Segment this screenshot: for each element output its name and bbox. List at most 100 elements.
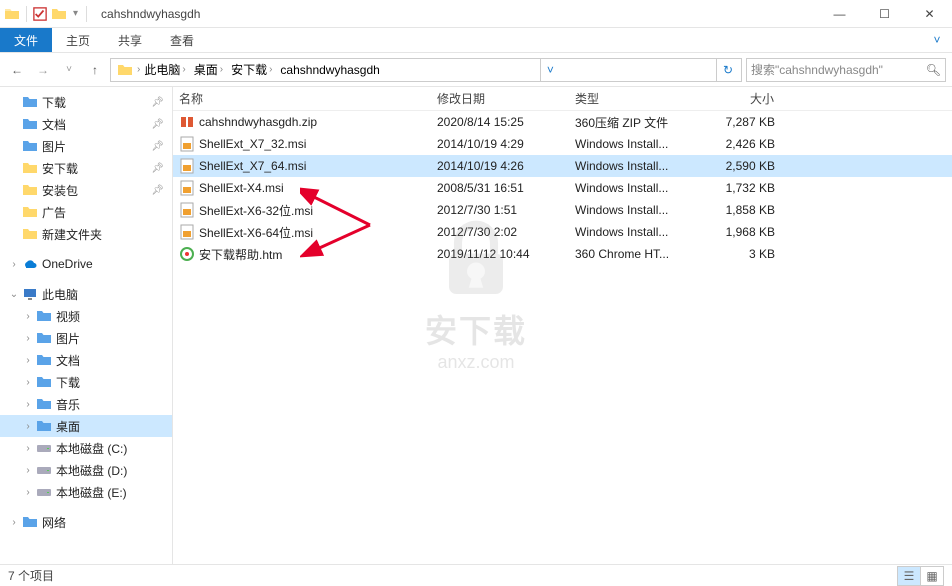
location-folder-icon	[117, 62, 133, 78]
sidebar-item-新建文件夹[interactable]: 新建文件夹	[0, 223, 172, 245]
sidebar-item-文档[interactable]: ›文档	[0, 349, 172, 371]
ribbon: 文件 主页 共享 查看 ˅	[0, 28, 952, 53]
file-type: Windows Install...	[569, 225, 691, 239]
search-icon[interactable]: 🔍︎	[926, 63, 941, 77]
sidebar-item-广告[interactable]: 广告	[0, 201, 172, 223]
view-details-button[interactable]: ☰	[897, 566, 921, 586]
navbar: ← → ˅ ↑ › 此电脑› 桌面› 安下载› cahshndwyhasgdh …	[0, 53, 952, 87]
sidebar-item-音乐[interactable]: ›音乐	[0, 393, 172, 415]
content-area: 名称 修改日期 类型 大小 cahshndwyhasgdh.zip 2020/8…	[173, 87, 952, 564]
file-size: 2,426 KB	[691, 137, 781, 151]
file-date: 2014/10/19 4:26	[431, 159, 569, 173]
search-input[interactable]: 搜索"cahshndwyhasgdh" 🔍︎	[746, 58, 946, 82]
tab-view[interactable]: 查看	[156, 28, 208, 52]
statusbar: 7 个项目 ☰ ▦	[0, 564, 952, 586]
table-row[interactable]: 安下载帮助.htm 2019/11/12 10:44 360 Chrome HT…	[173, 243, 952, 265]
file-name: ShellExt-X6-64位.msi	[199, 224, 313, 241]
file-list: cahshndwyhasgdh.zip 2020/8/14 15:25 360压…	[173, 111, 952, 564]
breadcrumb[interactable]: › 此电脑› 桌面› 安下载› cahshndwyhasgdh ˅ ↻	[110, 58, 742, 82]
header-date[interactable]: 修改日期	[431, 87, 569, 110]
sidebar-onedrive[interactable]: ›OneDrive	[0, 253, 172, 275]
crumb-anxz[interactable]: 安下载›	[227, 59, 276, 81]
win-folder-icon[interactable]	[51, 6, 67, 22]
header-size[interactable]: 大小	[691, 87, 781, 110]
titlebar: ▾ cahshndwyhasgdh — ☐ ✕	[0, 0, 952, 28]
tab-share[interactable]: 共享	[104, 28, 156, 52]
file-size: 1,858 KB	[691, 203, 781, 217]
file-type: 360 Chrome HT...	[569, 247, 691, 261]
file-type: Windows Install...	[569, 137, 691, 151]
pin-icon: 📌︎	[151, 119, 164, 130]
file-date: 2012/7/30 1:51	[431, 203, 569, 217]
table-row[interactable]: ShellExt-X6-32位.msi 2012/7/30 1:51 Windo…	[173, 199, 952, 221]
ribbon-expand-button[interactable]: ˅	[922, 28, 952, 52]
sidebar: 下载📌︎文档📌︎图片📌︎安下载📌︎安装包📌︎广告新建文件夹 ›OneDrive ⌄此…	[0, 87, 173, 564]
nav-forward-button[interactable]: →	[32, 59, 54, 81]
file-date: 2020/8/14 15:25	[431, 115, 569, 129]
pin-icon: 📌︎	[151, 185, 164, 196]
sidebar-item-本地磁盘 (D:)[interactable]: ›本地磁盘 (D:)	[0, 459, 172, 481]
sidebar-network[interactable]: ›网络	[0, 511, 172, 533]
qat-overflow[interactable]: ▾	[71, 8, 80, 19]
file-name: ShellExt_X7_64.msi	[199, 159, 306, 173]
status-count: 7 个项目	[8, 567, 54, 584]
file-size: 1,732 KB	[691, 181, 781, 195]
close-button[interactable]: ✕	[907, 0, 952, 28]
sidebar-this-pc[interactable]: ⌄此电脑	[0, 283, 172, 305]
sidebar-item-下载[interactable]: 下载📌︎	[0, 91, 172, 113]
table-row[interactable]: ShellExt-X4.msi 2008/5/31 16:51 Windows …	[173, 177, 952, 199]
table-row[interactable]: ShellExt_X7_32.msi 2014/10/19 4:29 Windo…	[173, 133, 952, 155]
search-placeholder: 搜索"cahshndwyhasgdh"	[751, 61, 883, 78]
header-type[interactable]: 类型	[569, 87, 691, 110]
file-type: Windows Install...	[569, 203, 691, 217]
sidebar-item-视频[interactable]: ›视频	[0, 305, 172, 327]
file-size: 7,287 KB	[691, 115, 781, 129]
tab-file[interactable]: 文件	[0, 28, 52, 52]
sidebar-item-本地磁盘 (C:)[interactable]: ›本地磁盘 (C:)	[0, 437, 172, 459]
history-dropdown[interactable]: ˅	[540, 59, 560, 81]
file-name: ShellExt-X6-32位.msi	[199, 202, 313, 219]
sidebar-item-图片[interactable]: ›图片	[0, 327, 172, 349]
sidebar-item-图片[interactable]: 图片📌︎	[0, 135, 172, 157]
sidebar-item-文档[interactable]: 文档📌︎	[0, 113, 172, 135]
sidebar-item-桌面[interactable]: ›桌面	[0, 415, 172, 437]
file-name: cahshndwyhasgdh.zip	[199, 115, 317, 129]
file-name: ShellExt-X4.msi	[199, 181, 284, 195]
crumb-desktop[interactable]: 桌面›	[190, 59, 227, 81]
sidebar-item-下载[interactable]: ›下载	[0, 371, 172, 393]
file-size: 3 KB	[691, 247, 781, 261]
minimize-button[interactable]: —	[817, 0, 862, 28]
table-row[interactable]: ShellExt-X6-64位.msi 2012/7/30 2:02 Windo…	[173, 221, 952, 243]
column-headers: 名称 修改日期 类型 大小	[173, 87, 952, 111]
file-type: Windows Install...	[569, 181, 691, 195]
nav-up-button[interactable]: ↑	[84, 59, 106, 81]
nav-recent-button[interactable]: ˅	[58, 59, 80, 81]
file-date: 2012/7/30 2:02	[431, 225, 569, 239]
tab-home[interactable]: 主页	[52, 28, 104, 52]
file-size: 2,590 KB	[691, 159, 781, 173]
crumb-pc[interactable]: 此电脑›	[140, 59, 189, 81]
pin-icon: 📌︎	[151, 163, 164, 174]
view-icons-button[interactable]: ▦	[920, 566, 944, 586]
header-name[interactable]: 名称	[173, 87, 431, 110]
table-row[interactable]: ShellExt_X7_64.msi 2014/10/19 4:26 Windo…	[173, 155, 952, 177]
pin-icon: 📌︎	[151, 141, 164, 152]
sidebar-item-安装包[interactable]: 安装包📌︎	[0, 179, 172, 201]
maximize-button[interactable]: ☐	[862, 0, 907, 28]
sidebar-item-安下载[interactable]: 安下载📌︎	[0, 157, 172, 179]
crumb-current[interactable]: cahshndwyhasgdh	[276, 59, 383, 81]
file-date: 2008/5/31 16:51	[431, 181, 569, 195]
file-type: 360压缩 ZIP 文件	[569, 114, 691, 131]
checkbox-icon[interactable]	[33, 7, 47, 21]
file-date: 2019/11/12 10:44	[431, 247, 569, 261]
file-size: 1,968 KB	[691, 225, 781, 239]
file-date: 2014/10/19 4:29	[431, 137, 569, 151]
window-title: cahshndwyhasgdh	[93, 7, 200, 21]
file-name: ShellExt_X7_32.msi	[199, 137, 306, 151]
table-row[interactable]: cahshndwyhasgdh.zip 2020/8/14 15:25 360压…	[173, 111, 952, 133]
sidebar-item-本地磁盘 (E:)[interactable]: ›本地磁盘 (E:)	[0, 481, 172, 503]
pin-icon: 📌︎	[151, 97, 164, 108]
refresh-button[interactable]: ↻	[716, 59, 739, 81]
folder-icon	[4, 6, 20, 22]
nav-back-button[interactable]: ←	[6, 59, 28, 81]
